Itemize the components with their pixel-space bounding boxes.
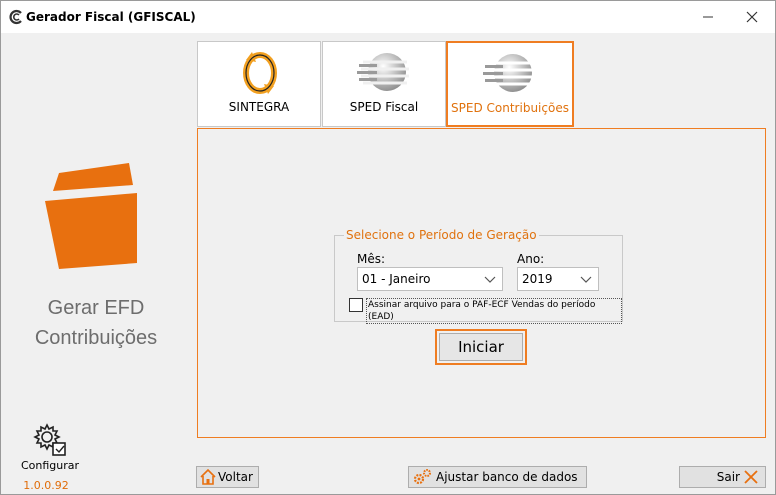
main-window: Gerador Fiscal (GFISCAL) Gerar EFD Contr…: [0, 0, 776, 495]
back-button[interactable]: Voltar: [196, 466, 259, 488]
tab-sped-fiscal[interactable]: SPED Fiscal: [322, 41, 446, 127]
close-button[interactable]: [729, 1, 775, 33]
content-panel: Selecione o Período de Geração Mês: 01 -…: [197, 128, 766, 438]
tab-sped-contribuicoes[interactable]: SPED Contribuições: [446, 41, 574, 127]
chevron-down-icon: [484, 276, 496, 283]
tab-sped-contribuicoes-label: SPED Contribuições: [451, 101, 569, 115]
chevron-down-icon: [580, 276, 592, 283]
sped-globe-icon: [483, 54, 535, 92]
panel-title-line2: Contribuições: [34, 327, 158, 349]
sign-file-checkbox[interactable]: [349, 298, 363, 312]
configure-label[interactable]: Configurar: [1, 459, 99, 472]
tab-sintegra[interactable]: SINTEGRA: [197, 41, 321, 127]
sped-globe-icon: [357, 53, 409, 91]
settings-gear-icon[interactable]: [31, 421, 69, 459]
year-value: 2019: [522, 272, 553, 286]
close-icon: [744, 470, 758, 484]
month-label: Mês:: [357, 252, 386, 266]
start-button-label: Iniciar: [439, 333, 523, 361]
start-button[interactable]: Iniciar: [435, 329, 527, 365]
period-legend: Selecione o Período de Geração: [344, 228, 539, 242]
home-icon: [200, 468, 216, 485]
sign-file-label[interactable]: Assinar arquivo para o PAF-ECF Vendas do…: [366, 298, 622, 324]
period-groupbox: Selecione o Período de Geração Mês: 01 -…: [334, 228, 623, 324]
month-select[interactable]: 01 - Janeiro: [357, 267, 503, 291]
tab-sped-fiscal-label: SPED Fiscal: [349, 100, 419, 114]
efd-logo-icon: [45, 163, 137, 269]
version-label: 1.0.0.92: [23, 479, 69, 492]
minimize-icon: [703, 16, 713, 18]
month-value: 01 - Janeiro: [362, 272, 431, 286]
close-icon: [746, 11, 758, 23]
back-label: Voltar: [218, 470, 253, 484]
window-title: Gerador Fiscal (GFISCAL): [26, 10, 196, 24]
year-label: Ano:: [517, 252, 545, 266]
sintegra-icon: [243, 52, 277, 94]
app-logo-icon: [9, 9, 22, 25]
year-select[interactable]: 2019: [517, 267, 599, 291]
title-bar: Gerador Fiscal (GFISCAL): [1, 1, 775, 33]
exit-label: Sair: [716, 470, 740, 484]
panel-title-line1: Gerar EFD: [47, 297, 145, 319]
tab-sintegra-label: SINTEGRA: [228, 100, 290, 114]
exit-button[interactable]: Sair: [679, 466, 766, 488]
minimize-button[interactable]: [685, 1, 731, 33]
adjust-database-label: Ajustar banco de dados: [436, 470, 578, 484]
gears-icon: [413, 469, 431, 485]
adjust-database-button[interactable]: Ajustar banco de dados: [408, 466, 587, 488]
